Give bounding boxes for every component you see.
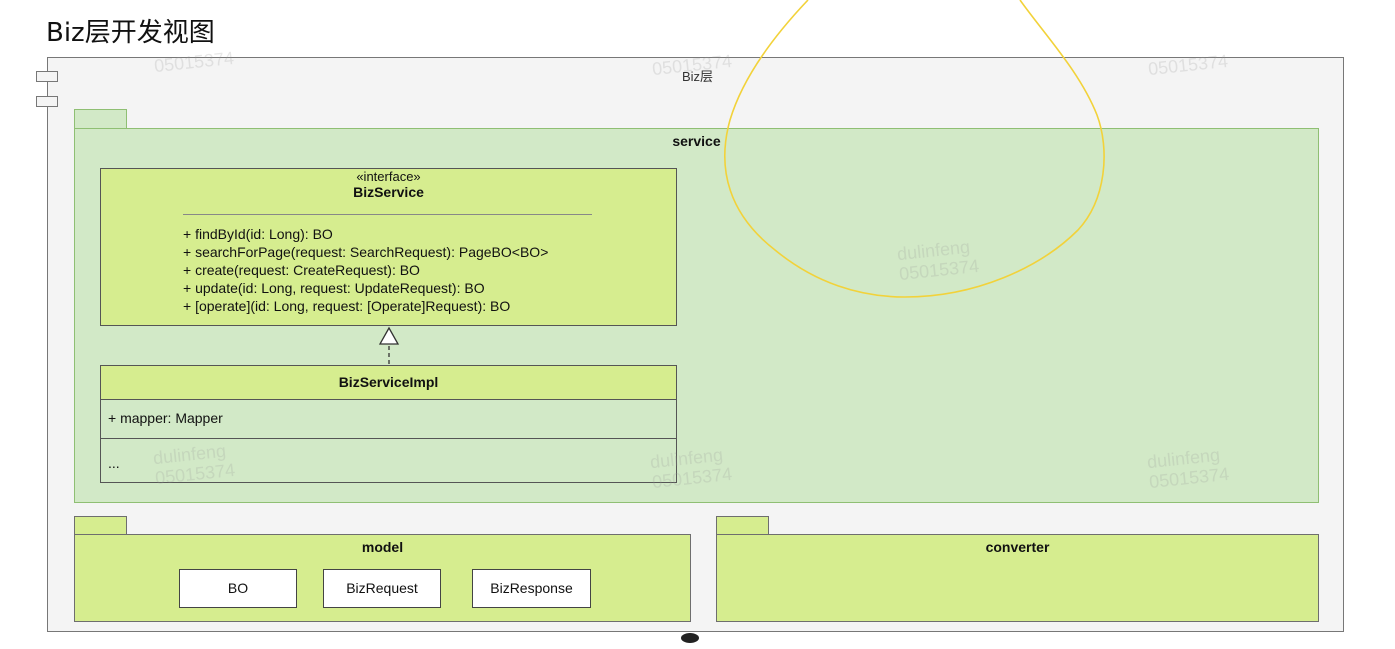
- cursor-dot: [681, 633, 699, 643]
- annotation-circle: [724, 0, 1105, 298]
